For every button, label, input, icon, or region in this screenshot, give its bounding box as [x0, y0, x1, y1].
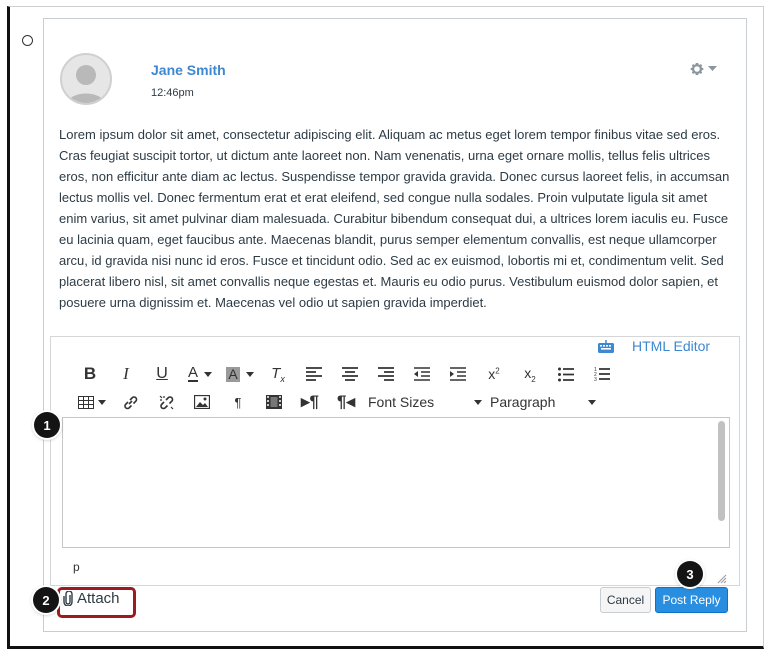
paragraph-icon: ¶ — [234, 394, 242, 410]
chevron-down-icon — [474, 399, 482, 405]
table-button[interactable] — [72, 389, 112, 415]
align-center-button[interactable] — [332, 361, 368, 387]
settings-menu[interactable] — [689, 60, 723, 78]
editor-scrollbar[interactable] — [717, 421, 727, 525]
html-editor-toggle[interactable]: HTML Editor — [598, 338, 710, 354]
superscript-icon: x2 — [488, 366, 500, 382]
outdent-button[interactable] — [404, 361, 440, 387]
background-color-button[interactable]: A — [220, 361, 260, 387]
editor-scrollbar-thumb[interactable] — [718, 421, 725, 521]
subscript-button[interactable]: x2 — [512, 361, 548, 387]
text-color-button[interactable]: A — [180, 361, 220, 387]
cancel-button[interactable]: Cancel — [600, 587, 651, 613]
ltr-icon: ▸¶ — [301, 392, 319, 411]
font-sizes-label: Font Sizes — [368, 394, 435, 410]
link-icon — [123, 395, 137, 409]
author-name[interactable]: Jane Smith — [151, 62, 226, 78]
callout-2: 2 — [33, 587, 59, 613]
subscript-icon: x2 — [524, 364, 536, 384]
gear-icon — [690, 63, 704, 75]
underline-button[interactable]: U — [144, 361, 180, 387]
unlink-button[interactable] — [148, 389, 184, 415]
editor-toolbar-row-2: ¶ ▸¶ ¶◂ Font Sizes Paragraph — [72, 389, 602, 415]
callout-1: 1 — [34, 412, 60, 438]
attach-label[interactable]: Attach — [77, 590, 120, 607]
align-right-icon — [378, 367, 394, 381]
text-color-icon: A — [187, 364, 198, 382]
unlink-icon — [159, 395, 173, 409]
table-icon — [78, 395, 94, 409]
numbered-list-button[interactable]: 123 — [584, 361, 620, 387]
avatar[interactable] — [60, 53, 112, 105]
ltr-button[interactable]: ▸¶ — [292, 389, 328, 415]
editor-toolbar-row-1: B I U A A Tx x2 x2 123 — [72, 361, 620, 387]
reply-indicator-circle — [22, 35, 33, 46]
chevron-down-icon — [245, 371, 254, 377]
underline-icon: U — [156, 365, 168, 382]
element-path[interactable]: p — [73, 560, 80, 574]
reply-text-area[interactable] — [62, 417, 730, 548]
align-left-button[interactable] — [296, 361, 332, 387]
image-icon — [194, 395, 210, 409]
post-time: 12:46pm — [151, 87, 194, 99]
chevron-down-icon — [98, 399, 106, 405]
italic-icon: I — [123, 364, 129, 383]
background-color-icon: A — [226, 365, 240, 382]
align-center-icon — [342, 367, 358, 381]
link-button[interactable] — [112, 389, 148, 415]
bold-button[interactable]: B — [72, 361, 108, 387]
paperclip-icon — [63, 591, 73, 606]
html-editor-label[interactable]: HTML Editor — [632, 338, 710, 354]
callout-3: 3 — [677, 561, 703, 587]
font-sizes-dropdown[interactable]: Font Sizes — [368, 389, 488, 415]
rtl-icon: ¶◂ — [337, 392, 355, 411]
clear-formatting-button[interactable]: Tx — [260, 361, 296, 387]
rtl-button[interactable]: ¶◂ — [328, 389, 364, 415]
media-button[interactable] — [256, 389, 292, 415]
numbered-list-icon: 123 — [594, 367, 610, 382]
bold-icon: B — [83, 364, 97, 383]
bullet-list-icon — [558, 367, 574, 381]
superscript-button[interactable]: x2 — [476, 361, 512, 387]
outdent-icon — [414, 367, 430, 381]
resize-handle-icon[interactable] — [715, 572, 727, 584]
svg-text:3: 3 — [594, 377, 597, 382]
paragraph-format-label: Paragraph — [490, 394, 556, 410]
italic-button[interactable]: I — [108, 361, 144, 387]
image-button[interactable] — [184, 389, 220, 415]
align-left-icon — [306, 367, 322, 381]
bullet-list-button[interactable] — [548, 361, 584, 387]
keyboard-icon — [598, 339, 614, 353]
chevron-down-icon — [588, 399, 596, 405]
attach-link[interactable]: Attach — [63, 590, 120, 607]
indent-button[interactable] — [440, 361, 476, 387]
paragraph-format-dropdown[interactable]: Paragraph — [490, 389, 602, 415]
post-reply-button[interactable]: Post Reply — [655, 587, 728, 613]
chevron-down-icon — [204, 371, 212, 377]
align-right-button[interactable] — [368, 361, 404, 387]
post-body: Lorem ipsum dolor sit amet, consectetur … — [59, 127, 730, 310]
clear-formatting-icon: Tx — [271, 364, 285, 384]
chevron-down-icon — [708, 66, 717, 71]
indent-icon — [450, 367, 466, 381]
paragraph-mark-button[interactable]: ¶ — [220, 389, 256, 415]
media-icon — [266, 395, 282, 409]
